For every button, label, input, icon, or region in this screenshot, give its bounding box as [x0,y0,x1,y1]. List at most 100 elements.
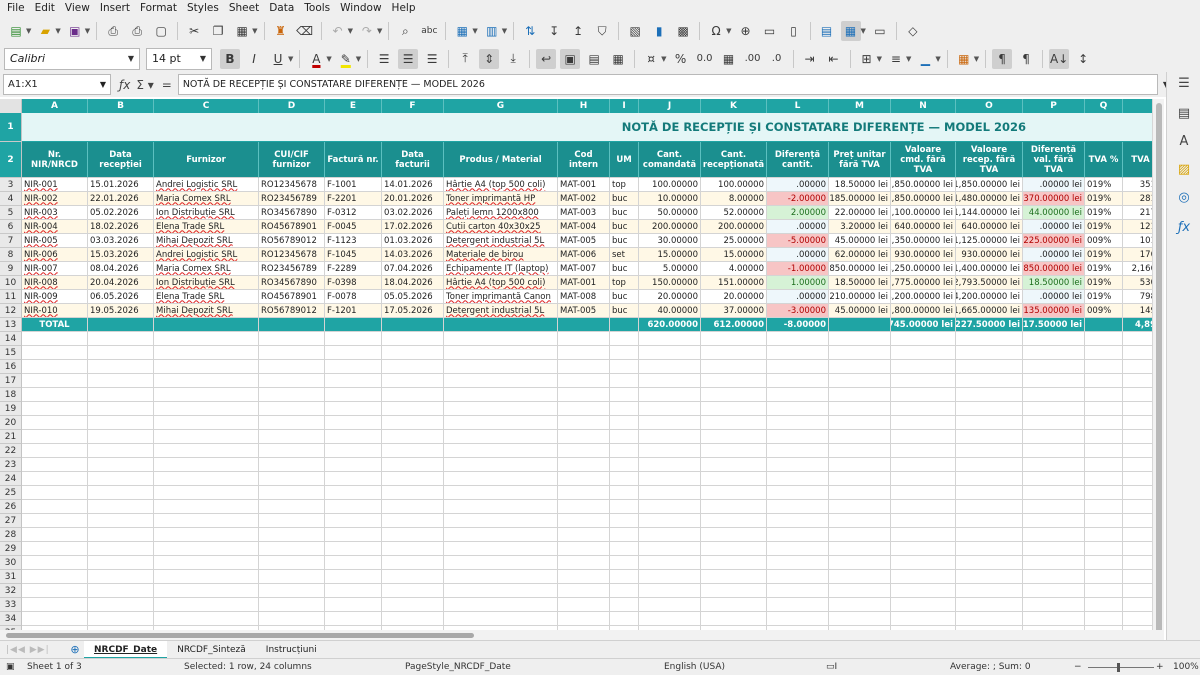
column-header[interactable]: H [558,99,610,113]
table-cell[interactable]: buc [610,304,639,318]
empty-cell[interactable] [639,514,701,528]
empty-cell[interactable] [891,514,956,528]
align-left-icon[interactable]: ☰ [374,49,394,69]
empty-cell[interactable] [701,374,767,388]
table-cell[interactable]: 52.00000 [701,206,767,220]
empty-cell[interactable] [22,388,88,402]
empty-cell[interactable] [639,500,701,514]
empty-cell[interactable] [956,430,1023,444]
currency-format-icon[interactable]: ¤ [641,49,661,69]
table-cell[interactable]: 019% [1085,206,1123,220]
find-replace-icon[interactable]: ⌕ [395,21,415,41]
table-cell[interactable]: MAT-001 [558,178,610,192]
table-cell[interactable]: 351 [1123,178,1152,192]
empty-cell[interactable] [382,514,444,528]
empty-cell[interactable] [154,360,259,374]
align-right-icon[interactable]: ☰ [422,49,442,69]
empty-cell[interactable] [325,598,382,612]
cut-icon[interactable]: ✂ [184,21,204,41]
empty-cell[interactable] [1085,570,1123,584]
empty-cell[interactable] [767,472,829,486]
print-preview-icon[interactable]: ▢ [151,21,171,41]
total-cell[interactable]: 30,745.00000 lei [891,318,956,332]
empty-cell[interactable] [639,360,701,374]
table-cell[interactable]: MAT-008 [558,290,610,304]
bold-icon[interactable]: B [220,48,240,69]
table-cell[interactable]: 121 [1123,220,1152,234]
empty-cell[interactable] [1123,430,1152,444]
table-cell[interactable]: 20.01.2026 [382,192,444,206]
freeze-rows-columns-icon[interactable]: ▦ [840,21,861,41]
empty-cell[interactable] [259,472,325,486]
table-cell[interactable]: MAT-005 [558,234,610,248]
table-cell[interactable]: 200.00000 [639,220,701,234]
empty-cell[interactable] [891,500,956,514]
empty-cell[interactable] [767,486,829,500]
increase-indent-icon[interactable]: ⇥ [800,49,820,69]
row-header[interactable]: 22 [0,444,22,458]
chevron-down-icon[interactable]: ▼ [861,27,866,35]
empty-cell[interactable] [1085,500,1123,514]
column-header[interactable]: N [891,99,956,113]
column-title[interactable]: TVA % [1085,142,1123,178]
empty-cell[interactable] [325,374,382,388]
empty-cell[interactable] [1085,430,1123,444]
empty-cell[interactable] [1123,612,1152,626]
row-header[interactable]: 3 [0,178,22,192]
total-cell[interactable] [829,318,891,332]
empty-cell[interactable] [1123,514,1152,528]
menu-styles[interactable]: Styles [182,0,224,17]
empty-cell[interactable] [1085,542,1123,556]
name-box[interactable]: A1:X1 ▼ [3,74,111,95]
formula-icon[interactable]: = [162,78,172,92]
empty-cell[interactable] [956,486,1023,500]
table-cell[interactable]: MAT-007 [558,262,610,276]
empty-cell[interactable] [88,332,154,346]
table-cell[interactable]: 18.50000 lei [829,178,891,192]
empty-cell[interactable] [610,472,639,486]
empty-cell[interactable] [558,374,610,388]
empty-cell[interactable] [558,360,610,374]
table-cell[interactable]: F-1001 [325,178,382,192]
empty-cell[interactable] [639,556,701,570]
empty-cell[interactable] [891,570,956,584]
table-cell[interactable]: 019% [1085,276,1123,290]
table-cell[interactable]: NIR-004 [22,220,88,234]
empty-cell[interactable] [1023,612,1085,626]
empty-cell[interactable] [382,528,444,542]
table-cell[interactable]: F-0312 [325,206,382,220]
empty-cell[interactable] [259,360,325,374]
empty-cell[interactable] [767,570,829,584]
empty-cell[interactable] [829,332,891,346]
empty-cell[interactable] [1023,346,1085,360]
empty-cell[interactable] [639,374,701,388]
empty-cell[interactable] [444,528,558,542]
empty-cell[interactable] [259,528,325,542]
empty-cell[interactable] [1085,332,1123,346]
empty-cell[interactable] [382,500,444,514]
column-header[interactable]: B [88,99,154,113]
row-header[interactable]: 11 [0,290,22,304]
empty-cell[interactable] [639,528,701,542]
table-cell[interactable]: 009% [1085,304,1123,318]
empty-cell[interactable] [639,612,701,626]
empty-cell[interactable] [767,598,829,612]
empty-cell[interactable] [444,486,558,500]
empty-cell[interactable] [1123,556,1152,570]
empty-cell[interactable] [639,458,701,472]
empty-cell[interactable] [259,374,325,388]
empty-cell[interactable] [829,388,891,402]
table-cell[interactable]: Hârtie A4 (top 500 coli) [444,178,558,192]
empty-cell[interactable] [639,402,701,416]
clear-formatting-icon[interactable]: ⌫ [295,21,315,41]
table-cell[interactable]: 03.03.2026 [88,234,154,248]
table-cell[interactable]: 019% [1085,248,1123,262]
empty-cell[interactable] [22,514,88,528]
empty-cell[interactable] [829,472,891,486]
table-cell[interactable]: Ion Distribuție SRL [154,206,259,220]
sort-ascending-icon[interactable]: ↧ [544,21,564,41]
row-header[interactable]: 8 [0,248,22,262]
table-cell[interactable]: 1,100.00000 lei [891,206,956,220]
empty-cell[interactable] [259,458,325,472]
table-cell[interactable]: 1,125.00000 lei [956,234,1023,248]
